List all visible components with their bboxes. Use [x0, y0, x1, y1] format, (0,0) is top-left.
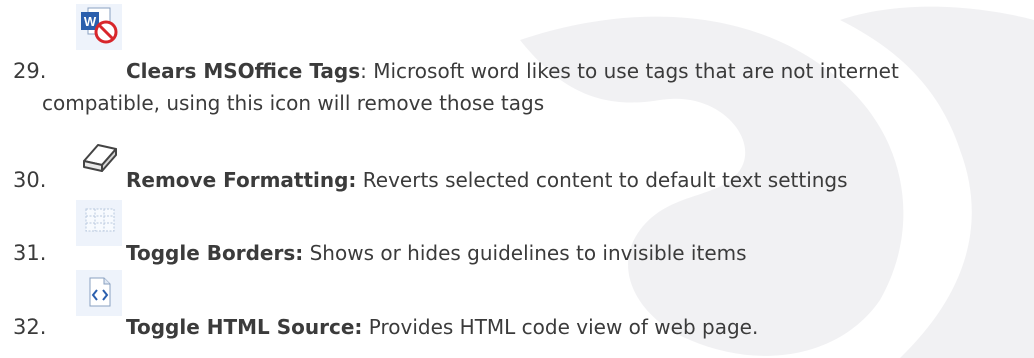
item-separator: :	[360, 59, 367, 83]
item-line: Clears MSOffice Tags: Microsoft word lik…	[126, 58, 899, 84]
word-clear-tags-icon: W	[76, 4, 122, 50]
item-description: Reverts selected content to default text…	[356, 168, 848, 192]
html-source-icon	[76, 270, 122, 316]
item-number: 31.	[13, 241, 47, 265]
item-title: Toggle Borders:	[126, 241, 304, 265]
item-title: Clears MSOffice Tags	[126, 59, 361, 83]
item-title: Toggle HTML Source:	[126, 315, 363, 339]
list-item: 32. Toggle HTML Source: Provides HTML co…	[0, 270, 1034, 350]
list-item: 30. Remove Formatting: Reverts selected …	[0, 135, 1034, 192]
list-item: 31. Toggle Borders: Shows or hides guide…	[0, 200, 1034, 270]
item-number: 32.	[13, 315, 47, 339]
list-item: W 29. Clears MSOffice Tags: Microsoft wo…	[0, 0, 1034, 118]
table-borders-icon	[76, 200, 122, 246]
item-line: Remove Formatting: Reverts selected cont…	[126, 167, 848, 193]
item-description: Microsoft word likes to use tags that ar…	[366, 59, 899, 83]
svg-text:W: W	[84, 14, 97, 29]
eraser-icon	[83, 144, 117, 172]
item-title: Remove Formatting:	[126, 168, 357, 192]
item-line: Toggle HTML Source: Provides HTML code v…	[126, 314, 758, 340]
item-description: Provides HTML code view of web page.	[362, 315, 759, 339]
item-number: 30.	[13, 168, 47, 192]
item-line: Toggle Borders: Shows or hides guideline…	[126, 240, 747, 266]
item-number: 29.	[13, 59, 47, 83]
item-description: Shows or hides guidelines to invisible i…	[303, 241, 747, 265]
item-description-continued: compatible, using this icon will remove …	[42, 91, 545, 115]
